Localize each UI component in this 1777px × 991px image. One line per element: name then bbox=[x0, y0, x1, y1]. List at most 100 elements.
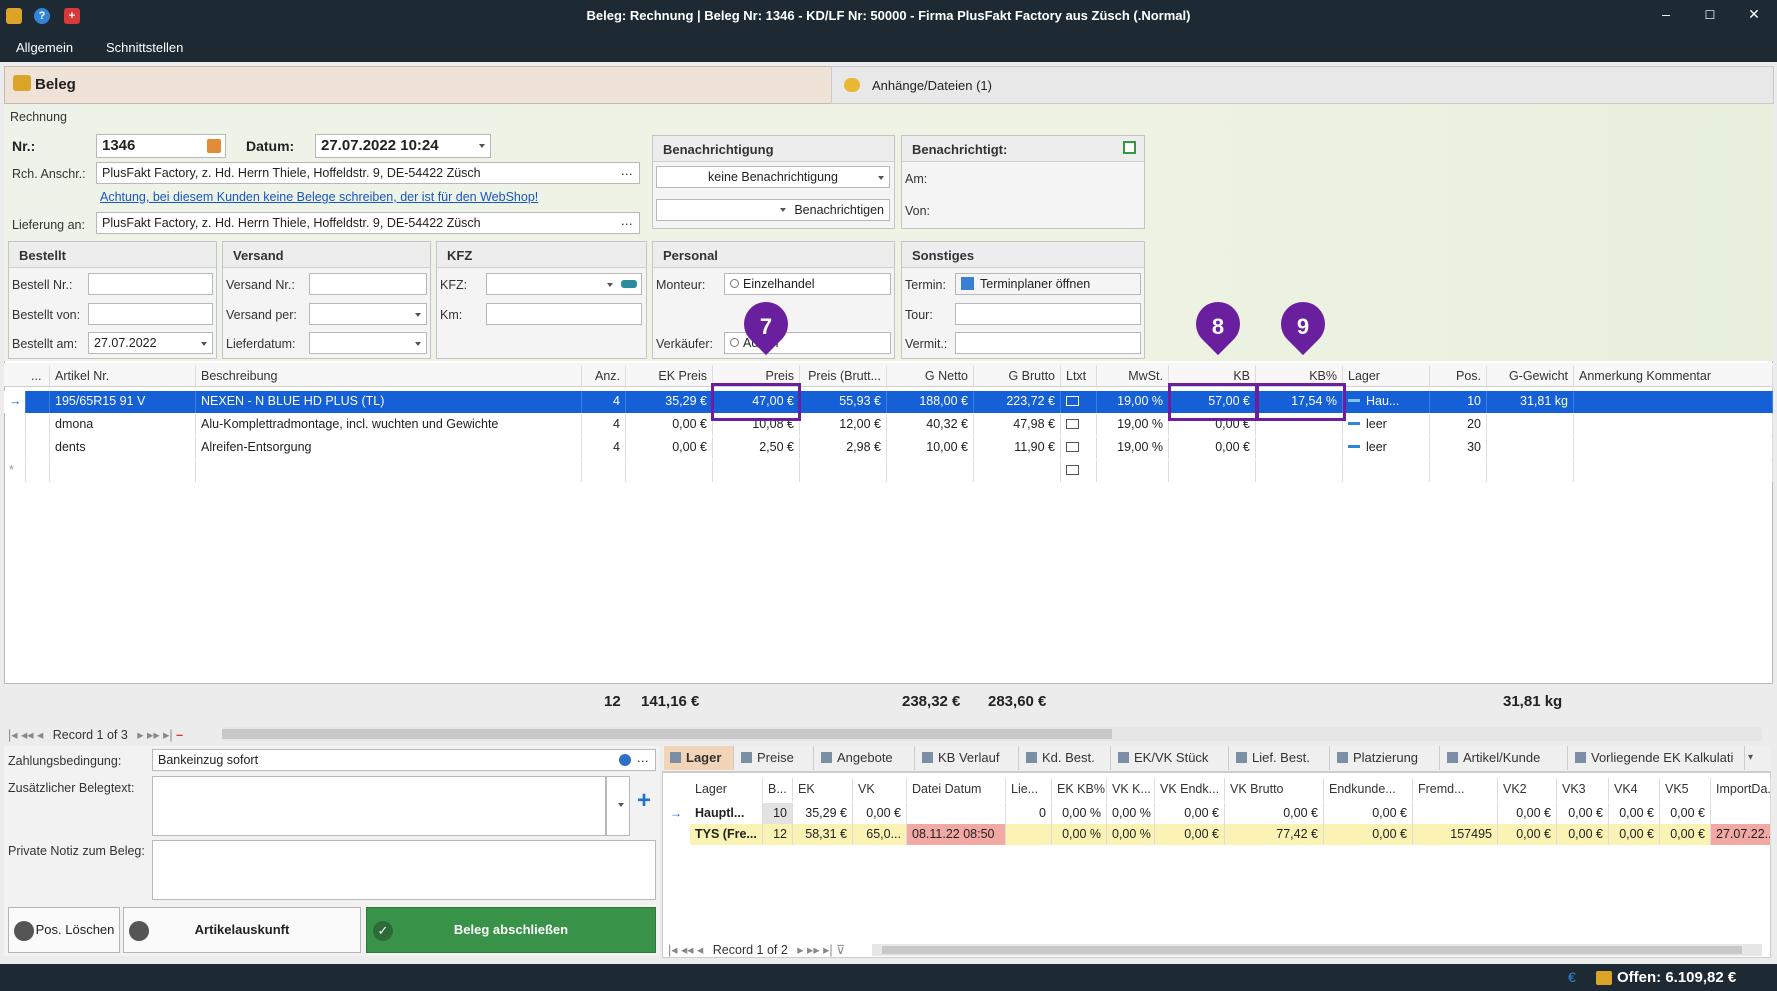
subgrid-cell[interactable]: 0,00 € bbox=[1155, 824, 1225, 845]
lager-cell[interactable]: Hau... bbox=[1343, 391, 1430, 413]
row-indicator[interactable] bbox=[4, 437, 26, 459]
subgrid-column-header[interactable]: VK3 bbox=[1557, 778, 1609, 802]
zusatz-field[interactable] bbox=[152, 776, 606, 836]
cell-empty[interactable] bbox=[887, 460, 974, 482]
menu-schnittstellen[interactable]: Schnittstellen bbox=[106, 40, 183, 55]
cell-empty[interactable] bbox=[800, 460, 887, 482]
gear-icon[interactable] bbox=[619, 754, 631, 766]
subgrid-column-header[interactable]: VK Brutto bbox=[1225, 778, 1324, 802]
tab-anhaenge[interactable]: Anhänge/Dateien (1) bbox=[831, 66, 1774, 104]
subgrid-column-header[interactable]: ImportDa... bbox=[1711, 778, 1771, 802]
versand-nr-field[interactable] bbox=[309, 273, 427, 295]
close-icon[interactable]: ✕ bbox=[1742, 6, 1766, 23]
column-header[interactable]: Preis (Brutt... bbox=[800, 366, 887, 388]
datum-field[interactable]: 27.07.2022 10:24 bbox=[315, 134, 491, 158]
add-icon[interactable]: + bbox=[633, 789, 655, 813]
subgrid-cell[interactable]: 0,00 € bbox=[1225, 803, 1324, 824]
subgrid-cell[interactable]: 10 bbox=[763, 803, 793, 824]
subgrid-column-header[interactable]: Lager bbox=[690, 778, 763, 802]
column-header[interactable]: Anmerkung Kommentar bbox=[1574, 366, 1773, 388]
cell-empty[interactable] bbox=[1574, 437, 1773, 459]
zahlung-field[interactable]: Bankeinzug sofort… bbox=[152, 749, 656, 771]
zusatz-dropdown[interactable] bbox=[606, 776, 630, 836]
nav-next-icon[interactable]: ▸ ▸▸ ▸| ⊽ bbox=[797, 943, 845, 957]
subgrid-column-header[interactable]: VK K... bbox=[1107, 778, 1155, 802]
grid-hscrollbar[interactable] bbox=[222, 727, 1762, 741]
grid-navigator[interactable]: |◂ ◂◂ ◂ Record 1 of 3 ▸ ▸▸ ▸| – bbox=[8, 727, 183, 742]
subgrid-cell[interactable]: 0,00 € bbox=[1660, 824, 1711, 845]
column-header[interactable]: Ltxt bbox=[1061, 366, 1097, 388]
cell-artikel[interactable]: 195/65R15 91 V bbox=[50, 391, 196, 413]
ellipsis-icon[interactable]: … bbox=[621, 214, 634, 228]
subtab-vorliegende-ek-kalkulati[interactable]: Vorliegende EK Kalkulati bbox=[1569, 746, 1745, 770]
cell-anz[interactable]: 4 bbox=[582, 391, 626, 413]
subgrid-cell[interactable]: 0,00 € bbox=[1660, 803, 1711, 824]
km-field[interactable] bbox=[486, 303, 642, 325]
cell-anz[interactable]: 4 bbox=[582, 437, 626, 459]
cell-gnetto[interactable]: 188,00 € bbox=[887, 391, 974, 413]
cell-empty[interactable] bbox=[196, 460, 582, 482]
bestell-nr-field[interactable] bbox=[88, 273, 213, 295]
subtab-kb-verlauf[interactable]: KB Verlauf bbox=[916, 746, 1019, 770]
lieferung-field[interactable]: PlusFakt Factory, z. Hd. Herrn Thiele, H… bbox=[96, 212, 640, 234]
cell-mwst[interactable]: 19,00 % bbox=[1097, 391, 1169, 413]
car-icon[interactable] bbox=[621, 280, 637, 288]
cell-gbrutto[interactable]: 11,90 € bbox=[974, 437, 1061, 459]
subtab-artikel-kunde[interactable]: Artikel/Kunde bbox=[1441, 746, 1568, 770]
cell-artikel[interactable]: dmona bbox=[50, 414, 196, 436]
subgrid-cell[interactable]: 0,00 € bbox=[1498, 803, 1557, 824]
subgrid-cell[interactable]: 0,00 % bbox=[1052, 824, 1107, 845]
subgrid-column-header[interactable]: B... bbox=[763, 778, 793, 802]
warning-link[interactable]: Achtung, bei diesem Kunden keine Belege … bbox=[100, 190, 538, 204]
subgrid-cell[interactable]: 0,00 € bbox=[1609, 824, 1660, 845]
subgrid-column-header[interactable]: Datei Datum bbox=[907, 778, 1006, 802]
cell-brutto[interactable]: 2,98 € bbox=[800, 437, 887, 459]
kfz-field[interactable] bbox=[486, 273, 642, 295]
subgrid-cell[interactable]: 0 bbox=[1006, 803, 1052, 824]
subgrid-column-header[interactable]: VK2 bbox=[1498, 778, 1557, 802]
note-icon[interactable] bbox=[1061, 437, 1097, 459]
minimize-icon[interactable]: – bbox=[1654, 6, 1678, 22]
notiz-field[interactable] bbox=[152, 840, 656, 900]
subgrid-cell[interactable]: 0,00 € bbox=[1557, 824, 1609, 845]
subgrid-cell[interactable]: 0,00 € bbox=[1609, 803, 1660, 824]
cell-empty[interactable] bbox=[1256, 460, 1343, 482]
column-header[interactable]: EK Preis bbox=[626, 366, 713, 388]
monteur-field[interactable]: Einzelhandel bbox=[724, 273, 891, 295]
note-icon[interactable] bbox=[1061, 391, 1097, 413]
subgrid-column-header[interactable]: VK4 bbox=[1609, 778, 1660, 802]
subgrid-column-header[interactable]: Lie... bbox=[1006, 778, 1052, 802]
subgrid-column-header[interactable]: EK KB% bbox=[1052, 778, 1107, 802]
column-header[interactable]: Anz. bbox=[582, 366, 626, 388]
nav-first-icon[interactable]: |◂ ◂◂ ◂ bbox=[668, 943, 707, 957]
cell-preis[interactable]: 2,50 € bbox=[713, 437, 800, 459]
rch-field[interactable]: PlusFakt Factory, z. Hd. Herrn Thiele, H… bbox=[96, 162, 640, 184]
cell-kbp[interactable] bbox=[1256, 437, 1343, 459]
nr-field[interactable]: 1346 bbox=[96, 134, 226, 158]
cell-empty[interactable] bbox=[1574, 391, 1773, 413]
subgrid-cell[interactable]: Hauptl... bbox=[690, 803, 763, 824]
nav-next-icon[interactable]: ▸ ▸▸ ▸| bbox=[137, 728, 176, 742]
column-header[interactable]: G-Gewicht bbox=[1487, 366, 1574, 388]
column-header[interactable]: Beschreibung bbox=[196, 366, 582, 388]
cell-empty[interactable] bbox=[1574, 460, 1773, 482]
subgrid-cell[interactable]: 0,00 € bbox=[1324, 824, 1413, 845]
subgrid-cell[interactable]: 0,00 % bbox=[1107, 824, 1155, 845]
subtab-angebote[interactable]: Angebote bbox=[815, 746, 915, 770]
subtab-overflow-icon[interactable]: ▾ bbox=[1748, 752, 1753, 763]
subgrid-cell[interactable]: 27.07.22... bbox=[1711, 824, 1771, 845]
cell-empty[interactable] bbox=[1487, 460, 1574, 482]
subgrid-cell[interactable]: 157495 bbox=[1413, 824, 1498, 845]
column-header[interactable]: Artikel Nr. bbox=[50, 366, 196, 388]
cell-beschreibung[interactable]: Alreifen-Entsorgung bbox=[196, 437, 582, 459]
subgrid-navigator[interactable]: |◂ ◂◂ ◂ Record 1 of 2 ▸ ▸▸ ▸| ⊽ bbox=[668, 942, 845, 957]
versand-per-field[interactable] bbox=[309, 303, 427, 325]
cell-beschreibung[interactable]: Alu-Komplettradmontage, incl. wuchten un… bbox=[196, 414, 582, 436]
subtab-platzierung[interactable]: Platzierung bbox=[1331, 746, 1440, 770]
subgrid-cell[interactable]: 58,31 € bbox=[793, 824, 853, 845]
column-header[interactable]: Pos. bbox=[1430, 366, 1487, 388]
cell-gbrutto[interactable]: 47,98 € bbox=[974, 414, 1061, 436]
cell-empty[interactable] bbox=[50, 460, 196, 482]
subgrid-hscrollbar[interactable] bbox=[872, 944, 1762, 956]
subgrid-column-header[interactable]: Endkunde... bbox=[1324, 778, 1413, 802]
